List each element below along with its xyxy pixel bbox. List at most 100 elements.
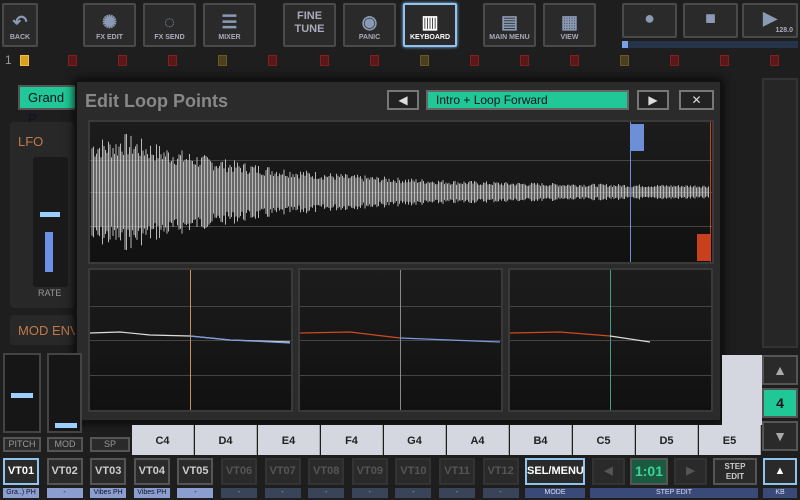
- fx-send-icon: ◌: [164, 12, 175, 32]
- loop-start-zoom-panel: [88, 268, 293, 412]
- step-next-button[interactable]: ▶: [674, 458, 707, 485]
- sel-menu-button[interactable]: SEL/MENU: [525, 458, 585, 485]
- play-icon: ▶: [763, 7, 777, 28]
- record-button[interactable]: ●: [622, 3, 677, 38]
- piano-key[interactable]: E4: [258, 425, 320, 455]
- mod-button[interactable]: MOD: [47, 437, 83, 452]
- kb-label: KB: [763, 488, 797, 498]
- pattern-slot[interactable]: [770, 55, 779, 66]
- loop-end-handle[interactable]: [697, 234, 711, 261]
- track-instrument-label: -: [46, 488, 83, 498]
- waveform-panel[interactable]: [88, 120, 714, 264]
- track-instrument-label: Vibes PH: [90, 488, 127, 498]
- octave-down-button[interactable]: ▼: [762, 421, 798, 451]
- track-instrument-label: Vibes PH: [133, 488, 170, 498]
- lfo-panel: LFO RATE: [10, 122, 75, 308]
- track-button[interactable]: VT09: [351, 458, 388, 485]
- track-button[interactable]: VT11: [439, 458, 475, 485]
- pattern-slot[interactable]: [520, 55, 529, 66]
- track-button[interactable]: VT06: [221, 458, 257, 485]
- stop-button[interactable]: ■: [683, 3, 738, 38]
- scrollbar[interactable]: [762, 78, 798, 348]
- step-prev-button[interactable]: ◀: [592, 458, 625, 485]
- track-instrument-label: -: [439, 488, 475, 498]
- prev-mode-button[interactable]: ◀: [387, 90, 419, 110]
- close-button[interactable]: ✕: [679, 90, 714, 110]
- mode-label: MODE: [525, 488, 585, 498]
- track-instrument-label: -: [264, 488, 301, 498]
- pitch-wheel[interactable]: [3, 353, 41, 433]
- panic-button[interactable]: ◉ PANIC: [343, 3, 396, 47]
- piano-key[interactable]: B4: [510, 425, 572, 455]
- pattern-slot[interactable]: [218, 55, 227, 66]
- main-menu-button[interactable]: ▤ MAIN MENU: [483, 3, 536, 47]
- sp-button[interactable]: SP: [90, 437, 130, 452]
- mod-env-label: MOD ENV: [18, 323, 79, 338]
- track-button[interactable]: VT02: [46, 458, 83, 485]
- track-button[interactable]: VT03: [90, 458, 127, 485]
- pitch-button[interactable]: PITCH: [3, 437, 41, 452]
- fx-send-button[interactable]: ◌ FX SEND: [143, 3, 196, 47]
- track-button[interactable]: VT05: [177, 458, 214, 485]
- track-button[interactable]: VT08: [308, 458, 345, 485]
- pattern-slot[interactable]: [370, 55, 379, 66]
- song-progress-bar[interactable]: [622, 41, 798, 48]
- step-edit-button[interactable]: STEP EDIT: [713, 458, 757, 485]
- track-instrument-label: -: [351, 488, 388, 498]
- octave-display: 4: [762, 388, 798, 418]
- track-button[interactable]: VT04: [133, 458, 170, 485]
- octave-up-button[interactable]: ▲: [762, 355, 798, 385]
- pattern-slot[interactable]: [268, 55, 277, 66]
- piano-key[interactable]: D5: [636, 425, 698, 455]
- track-instrument-label: -: [395, 488, 432, 498]
- pattern-slot[interactable]: [720, 55, 729, 66]
- track-button[interactable]: VT10: [395, 458, 432, 485]
- back-arrow-icon: ↶: [12, 12, 28, 32]
- zoom-waveform: [510, 331, 651, 343]
- view-button[interactable]: ▦ VIEW: [543, 3, 596, 47]
- mixer-button[interactable]: ☰ MIXER: [203, 3, 256, 47]
- piano-key[interactable]: E5: [699, 425, 761, 455]
- mod-wheel[interactable]: [47, 353, 82, 433]
- fine-tune-button[interactable]: FINE TUNE: [283, 3, 336, 47]
- track-instrument-label: Gra..) PH: [3, 488, 39, 498]
- back-button[interactable]: ↶ BACK: [2, 3, 38, 47]
- loop-mode-select[interactable]: Intro + Loop Forward: [426, 90, 629, 110]
- track-button[interactable]: VT07: [264, 458, 301, 485]
- pattern-slot[interactable]: [620, 55, 629, 66]
- position-display: 1:01: [630, 458, 668, 485]
- kb-toggle-button[interactable]: ▲: [763, 458, 797, 485]
- pattern-slot[interactable]: [168, 55, 177, 66]
- pattern-slot[interactable]: [68, 55, 77, 66]
- pattern-slot[interactable]: [470, 55, 479, 66]
- track-button[interactable]: VT12: [482, 458, 519, 485]
- pattern-slot[interactable]: [570, 55, 579, 66]
- piano-key[interactable]: C4: [132, 425, 194, 455]
- instrument-select[interactable]: Grand P: [18, 85, 78, 126]
- panic-icon: ◉: [361, 12, 378, 32]
- track-button[interactable]: VT01: [3, 458, 39, 485]
- keyboard-button[interactable]: ▥ KEYBOARD: [403, 3, 457, 47]
- loop-start-handle[interactable]: [630, 124, 644, 151]
- pattern-slot[interactable]: [320, 55, 329, 66]
- crossfade-zoom-panel: [508, 268, 713, 412]
- piano-key[interactable]: C5: [573, 425, 635, 455]
- play-button[interactable]: ▶ 128.0: [742, 3, 798, 38]
- pattern-slot[interactable]: [20, 55, 29, 66]
- pattern-slot[interactable]: [118, 55, 127, 66]
- pattern-slot[interactable]: [420, 55, 429, 66]
- piano-key[interactable]: G4: [384, 425, 446, 455]
- zoom-waveform: [90, 331, 291, 344]
- track-instrument-label: -: [177, 488, 214, 498]
- fx-edit-button[interactable]: ✺ FX EDIT: [83, 3, 136, 47]
- rate-slider[interactable]: [33, 157, 68, 287]
- piano-key[interactable]: D4: [195, 425, 257, 455]
- piano-keys-icon: ▥: [421, 12, 439, 32]
- piano-key[interactable]: A4: [447, 425, 509, 455]
- piano-key[interactable]: F4: [321, 425, 383, 455]
- track-instrument-label: -: [482, 488, 519, 498]
- lfo-label: LFO: [18, 134, 44, 149]
- stop-icon: ■: [705, 7, 716, 28]
- pattern-slot[interactable]: [670, 55, 679, 66]
- next-mode-button[interactable]: ▶: [637, 90, 669, 110]
